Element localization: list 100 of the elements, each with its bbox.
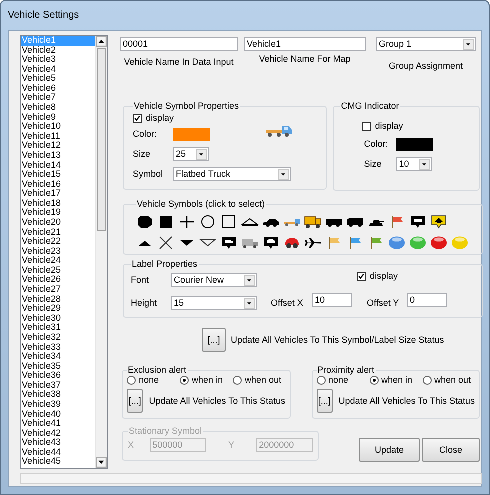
vehicle-list-item[interactable]: Vehicle18 [21, 198, 95, 208]
radio-label: when out [245, 375, 282, 385]
vehicle-list-item[interactable]: Vehicle9 [21, 112, 95, 122]
checkbox[interactable] [362, 122, 372, 130]
scroll-up-icon[interactable] [96, 36, 107, 47]
vehicle-list-item[interactable]: Vehicle27 [21, 285, 95, 295]
vehicle-list-item[interactable]: Vehicle12 [21, 141, 95, 151]
close-button[interactable]: Close [422, 438, 480, 462]
vehicle-list-item[interactable]: Vehicle6 [21, 84, 95, 94]
vehicle-list-item[interactable]: Vehicle43 [21, 438, 95, 448]
group-title: CMG Indicator [340, 101, 400, 111]
vehicle-list-item[interactable]: Vehicle39 [21, 400, 95, 410]
vehicle-list-item[interactable]: Vehicle24 [21, 256, 95, 266]
offset-x-label: Offset X [271, 298, 304, 308]
group-title: Label Properties [131, 259, 199, 269]
vehicle-list-item[interactable]: Vehicle35 [21, 362, 95, 372]
update-all-button[interactable]: [...] [127, 389, 144, 413]
vehicle-list-item[interactable]: Vehicle28 [21, 294, 95, 304]
color-swatch[interactable] [173, 128, 210, 140]
vehicle-list-item[interactable]: Vehicle23 [21, 246, 95, 256]
vehicle-list-item[interactable]: Vehicle40 [21, 410, 95, 420]
vehicle-list-item[interactable]: Vehicle7 [21, 93, 95, 104]
vehicle-list-item[interactable]: Vehicle45 [21, 457, 95, 468]
scroll-down-icon[interactable] [96, 457, 107, 468]
vehicle-list-item[interactable]: Vehicle15 [21, 170, 95, 180]
font-dropdown[interactable]: Courier New [171, 273, 257, 287]
vehicle-list-item[interactable]: Vehicle10 [21, 122, 95, 132]
vehicle-list-item[interactable]: Vehicle20 [21, 218, 95, 228]
map-name-field[interactable]: Vehicle1 [244, 37, 366, 51]
caret-icon [278, 168, 289, 180]
vehicle-list-item[interactable]: Vehicle31 [21, 323, 95, 333]
radio-button[interactable] [233, 376, 242, 384]
radio-button[interactable] [370, 376, 378, 384]
vehicle-list-item[interactable]: Vehicle33 [21, 342, 95, 352]
vehicle-list-item[interactable]: Vehicle36 [21, 371, 95, 381]
circle-icon[interactable] [199, 214, 217, 228]
sign-icon[interactable] [409, 214, 427, 228]
vehicle-list-item[interactable]: Vehicle16 [21, 180, 95, 190]
vehicle-list-item[interactable]: Vehicle44 [21, 448, 95, 458]
vehicle-list-item[interactable]: Vehicle21 [21, 228, 95, 238]
vehicle-list-item[interactable]: Vehicle4 [21, 64, 95, 74]
vehicle-list-item[interactable]: Vehicle41 [21, 419, 95, 429]
plus-icon[interactable] [178, 214, 196, 228]
car-icon[interactable] [283, 236, 301, 250]
offset-y-field[interactable]: 0 [407, 293, 447, 307]
vehicle-list-item[interactable]: Vehicle3 [21, 55, 95, 65]
vehicle-list-item[interactable]: Vehicle22 [21, 237, 95, 247]
car-sign-icon[interactable] [262, 236, 280, 250]
radio-button[interactable] [422, 376, 432, 384]
vehicle-list-item[interactable]: Vehicle13 [21, 150, 95, 161]
octagon-icon[interactable] [136, 214, 154, 228]
vehicle-list-item[interactable]: Vehicle17 [21, 189, 95, 199]
scroll-thumb[interactable] [97, 48, 106, 231]
update-all-button[interactable]: [...] [202, 328, 226, 352]
vehicle-list-item[interactable]: Vehicle19 [21, 208, 95, 218]
ball-icon[interactable] [388, 236, 406, 250]
radio-button[interactable] [127, 376, 136, 384]
radio-label: when in [192, 375, 224, 385]
field-label: Group Assignment [388, 61, 464, 71]
vehicle-list-item[interactable]: Vehicle26 [21, 275, 95, 286]
vehicle-list-item[interactable]: Vehicle2 [21, 46, 95, 56]
data-input-name-field[interactable]: 00001 [120, 37, 238, 51]
group-dropdown[interactable]: Group 1 [376, 37, 476, 51]
vehicle-list-item[interactable]: Vehicle34 [21, 352, 95, 362]
offset-x-field[interactable]: 10 [312, 293, 352, 307]
dump-truck-icon[interactable] [304, 214, 322, 228]
scrollbar[interactable] [95, 36, 107, 468]
vehicle-list-item[interactable]: Vehicle32 [21, 332, 95, 342]
radio-button[interactable] [316, 376, 326, 384]
home-sign-icon[interactable] [430, 214, 448, 228]
checkbox[interactable] [357, 272, 366, 280]
vehicle-list-item[interactable]: Vehicle38 [21, 390, 95, 400]
size-dropdown[interactable]: 25 [173, 147, 209, 161]
field-label: Vehicle Name For Map [259, 54, 351, 64]
symbol-dropdown[interactable]: Flatbed Truck [173, 167, 291, 181]
vehicle-list-item[interactable]: Vehicle37 [21, 380, 95, 390]
vehicle-list-item[interactable]: Vehicle14 [21, 160, 95, 170]
checkbox[interactable] [133, 114, 142, 122]
vehicle-list[interactable] [20, 35, 108, 469]
update-button[interactable]: Update [359, 438, 420, 462]
size-dropdown[interactable]: 10 [396, 157, 432, 171]
radio-button[interactable] [180, 376, 189, 384]
square-outline-icon[interactable] [220, 214, 238, 228]
color-swatch[interactable] [396, 138, 434, 150]
vehicle-list-item[interactable]: Vehicle30 [21, 314, 95, 324]
truck-sign-icon[interactable] [220, 236, 238, 250]
vehicle-list-item[interactable]: Vehicle5 [21, 74, 95, 84]
airplane-icon[interactable] [304, 236, 322, 250]
ball-icon[interactable] [430, 236, 448, 250]
vehicle-list-item[interactable]: Vehicle29 [21, 304, 95, 314]
x-mark-icon[interactable] [157, 236, 175, 250]
vehicle-list-item[interactable]: Vehicle42 [21, 428, 95, 438]
vehicle-list-item[interactable]: Vehicle25 [21, 266, 95, 276]
font-label: Font [131, 275, 150, 285]
update-all-button[interactable]: [...] [316, 389, 333, 413]
vehicle-list-item[interactable]: Vehicle11 [21, 132, 95, 142]
height-dropdown[interactable]: 15 [171, 296, 257, 310]
update-all-label: Update All Vehicles To This Status [149, 396, 286, 406]
vehicle-list-item[interactable]: Vehicle8 [21, 103, 95, 113]
square-icon[interactable] [157, 214, 175, 228]
